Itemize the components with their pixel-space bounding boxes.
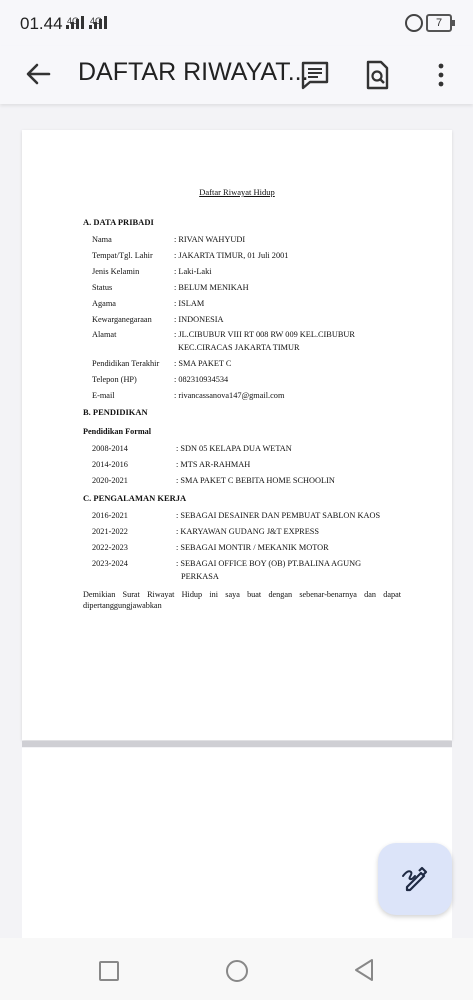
battery-icon: 7 xyxy=(426,14,455,32)
period-value: : SEBAGAI OFFICE BOY (OB) PT.BALINA AGUN… xyxy=(176,559,362,568)
period-label: 2022-2023 xyxy=(92,543,128,552)
closing-statement: Demikian Surat Riwayat Hidup ini saya bu… xyxy=(83,590,401,610)
info-label: Tempat/Tgl. Lahir xyxy=(92,251,153,260)
edit-button[interactable] xyxy=(378,843,452,915)
more-options-icon[interactable] xyxy=(424,58,458,92)
comment-icon[interactable] xyxy=(298,58,332,92)
info-label: Kewarganegaraan xyxy=(92,315,152,324)
period-value: : SEBAGAI MONTIR / MEKANIK MOTOR xyxy=(176,543,329,552)
period-value: : KARYAWAN GUDANG J&T EXPRESS xyxy=(176,527,320,536)
info-value: : 082310934534 xyxy=(174,375,229,384)
status-bar: 01.44 4G 4G 7 xyxy=(0,0,473,46)
period-value: : SMA PAKET C BEBITA HOME SCHOOLIN xyxy=(176,476,335,485)
period-value: : SDN 05 KELAPA DUA WETAN xyxy=(176,444,292,453)
period-label: 2023-2024 xyxy=(92,559,128,568)
system-nav-bar xyxy=(0,938,473,1000)
info-label: Telepon (HP) xyxy=(92,375,137,384)
section-heading: A. DATA PRIBADI xyxy=(83,217,154,227)
period-label: 2020-2021 xyxy=(92,476,128,485)
period-value: PERKASA xyxy=(181,572,219,581)
document-page[interactable]: Daftar Riwayat Hidup A. DATA PRIBADI Nam… xyxy=(22,130,452,740)
app-bar: DAFTAR RIWAYAT... xyxy=(0,46,473,104)
info-value: : RIVAN WAHYUDI xyxy=(174,235,246,244)
info-value: : BELUM MENIKAH xyxy=(174,283,249,292)
info-value: : SMA PAKET C xyxy=(174,359,232,368)
info-value: : ISLAM xyxy=(174,299,205,308)
page-divider xyxy=(22,741,452,747)
period-label: 2014-2016 xyxy=(92,460,128,469)
info-label: E-mail xyxy=(92,391,115,400)
signal-icon xyxy=(66,16,84,29)
info-label: Nama xyxy=(92,235,112,244)
signal-icon xyxy=(89,16,107,29)
info-value: : Laki-Laki xyxy=(174,267,212,276)
home-icon[interactable] xyxy=(226,960,248,982)
info-value: : JL.CIBUBUR VIII RT 008 RW 009 KEL.CIBU… xyxy=(174,330,355,339)
section-heading: B. PENDIDIKAN xyxy=(83,407,148,417)
info-label: Status xyxy=(92,283,113,292)
period-value: : SEBAGAI DESAINER DAN PEMBUAT SABLON KA… xyxy=(176,511,381,520)
period-value: : MTS AR-RAHMAH xyxy=(176,460,251,469)
clock: 01.44 xyxy=(20,14,63,33)
document-title: Daftar Riwayat Hidup xyxy=(199,187,275,197)
period-label: 2016-2021 xyxy=(92,511,128,520)
nav-back-icon[interactable] xyxy=(353,958,375,987)
period-label: 2021-2022 xyxy=(92,527,128,536)
find-in-document-icon[interactable] xyxy=(360,58,394,92)
back-arrow-icon[interactable] xyxy=(22,58,54,90)
period-label: 2008-2014 xyxy=(92,444,128,453)
info-value: : rivancassanova147@gmail.com xyxy=(174,391,285,400)
at-icon xyxy=(405,14,423,32)
section-heading: C. PENGALAMAN KERJA xyxy=(83,493,187,503)
recents-icon[interactable] xyxy=(99,961,119,981)
info-value: : INDONESIA xyxy=(174,315,224,324)
edit-pen-icon xyxy=(402,866,428,892)
info-label: Alamat xyxy=(92,330,117,339)
page-title: DAFTAR RIWAYAT... xyxy=(78,58,309,86)
info-label: Jenis Kelamin xyxy=(92,267,140,276)
subsection-heading: Pendidikan Formal xyxy=(83,427,152,436)
info-value: KEC.CIRACAS JAKARTA TIMUR xyxy=(178,343,300,352)
info-label: Pendidikan Terakhir xyxy=(92,359,160,368)
info-label: Agama xyxy=(92,299,116,308)
info-value: : JAKARTA TIMUR, 01 Juli 2001 xyxy=(174,251,289,260)
